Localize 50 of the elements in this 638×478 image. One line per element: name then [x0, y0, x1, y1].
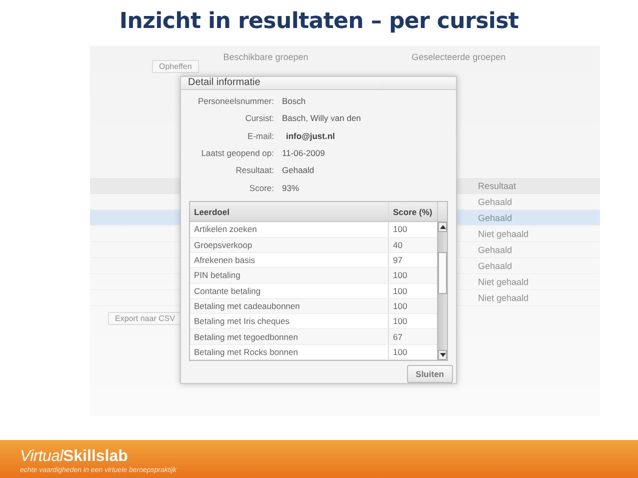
scroll-up-icon[interactable] — [438, 222, 447, 232]
field-value: 11-06-2009 — [282, 148, 326, 158]
table-cell: Betaling met cadeaubonnen — [190, 298, 389, 314]
table-cell-text: 67 — [392, 330, 404, 344]
table-cell-text: 100 — [392, 346, 408, 359]
result-text: Gehaald — [478, 244, 512, 254]
table-cell-text: 40 — [392, 238, 404, 252]
column-header: Resultaat — [478, 181, 516, 191]
close-button[interactable]: Sluiten — [406, 365, 453, 383]
field-value: Bosch — [282, 96, 307, 106]
field-label: Resultaat: — [234, 165, 274, 176]
table-cell: PIN betaling — [190, 268, 389, 283]
column-header: Leerdoel — [190, 202, 389, 222]
table-cell: Betaling met Iris cheques — [190, 314, 389, 328]
table-cell: Contante betaling — [190, 284, 389, 298]
brand-logo: VirtualSkillslab — [20, 448, 128, 465]
table-cell-text: 100 — [392, 284, 408, 298]
table-cell-text: 100 — [392, 300, 408, 313]
group-label: Geselecteerde groepen — [412, 52, 507, 62]
scrollbar[interactable] — [437, 222, 447, 360]
result-text: Niet gehaald — [478, 276, 529, 286]
table-cell: Artikelen zoeken — [190, 222, 389, 237]
column-header: Score (%) — [392, 206, 434, 219]
table-cell: Afrekenen basis — [190, 252, 389, 268]
result-text: Gehaald — [478, 196, 512, 206]
group-label: Beschikbare groepen — [223, 52, 310, 62]
field-value: info@just.nl — [285, 130, 336, 141]
field-label: Score: — [248, 182, 274, 193]
slide-title: Inzicht in resultaten – per cursist — [118, 8, 520, 36]
scroll-thumb[interactable] — [438, 252, 447, 294]
table-cell: Groepsverkoop — [190, 238, 389, 252]
table-cell-text: 97 — [392, 254, 404, 268]
table-cell: Betaling met tegoedbonnen — [190, 329, 389, 344]
scroll-down-icon[interactable] — [438, 350, 447, 360]
table-cell-text: 100 — [392, 315, 408, 328]
field-label: Laatst geopend op: — [200, 148, 274, 158]
field-value: 93% — [282, 182, 300, 193]
result-text: Gehaald — [478, 212, 512, 222]
dialog-title: Detail informatie — [188, 77, 260, 88]
result-text: Gehaald — [478, 260, 512, 270]
field-value: Basch, Willy van den — [282, 113, 362, 124]
field-label: Personeelsnummer: — [196, 96, 274, 106]
result-text: Niet gehaald — [478, 292, 529, 302]
table-cell: Betaling met Rocks bonnen — [190, 344, 389, 359]
field-label: E-mail: — [246, 130, 274, 141]
table-cell-text: 100 — [392, 223, 408, 236]
result-text: Niet gehaald — [478, 228, 529, 238]
field-value: Gehaald — [282, 165, 316, 176]
field-label: Cursist: — [244, 113, 274, 124]
table-cell-text: 100 — [392, 269, 408, 282]
